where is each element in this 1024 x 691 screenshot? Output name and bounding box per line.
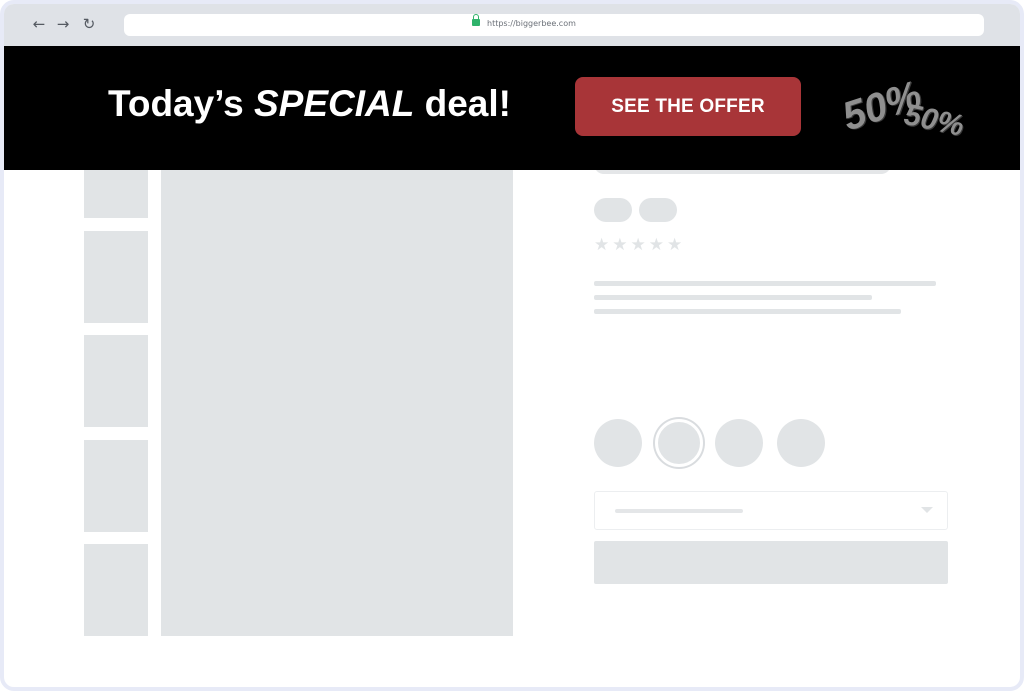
browser-window: ← → ↻ https://biggerbee.com ★★★★★ Today’… — [0, 0, 1024, 691]
option-dropdown[interactable] — [594, 491, 948, 530]
add-to-cart-button-placeholder[interactable] — [594, 541, 948, 584]
banner-headline: Today’s SPECIAL deal! — [108, 83, 511, 125]
color-swatch-selected[interactable] — [655, 419, 703, 467]
product-main-image — [161, 170, 513, 636]
tag-pill — [639, 198, 677, 222]
product-thumbnail[interactable] — [84, 170, 148, 218]
description-line — [594, 281, 936, 286]
color-swatch[interactable] — [777, 419, 825, 467]
promo-banner: Today’s SPECIAL deal! SEE THE OFFER 50% … — [4, 46, 1020, 170]
product-thumbnail[interactable] — [84, 440, 148, 532]
back-arrow-icon[interactable]: ← — [30, 15, 48, 33]
discount-badge-50-secondary: 50% — [901, 98, 967, 143]
product-thumbnail[interactable] — [84, 231, 148, 323]
dropdown-value-placeholder — [615, 509, 743, 513]
see-offer-button[interactable]: SEE THE OFFER — [575, 77, 801, 136]
product-thumbnail[interactable] — [84, 544, 148, 636]
browser-toolbar: ← → ↻ https://biggerbee.com — [4, 4, 1020, 46]
address-bar[interactable]: https://biggerbee.com — [124, 14, 984, 36]
url-text: https://biggerbee.com — [487, 19, 576, 28]
rating-stars-icon: ★★★★★ — [594, 235, 686, 255]
reload-icon[interactable]: ↻ — [80, 15, 98, 33]
chevron-down-icon — [921, 507, 933, 513]
headline-suffix: deal! — [414, 83, 511, 124]
headline-prefix: Today’s — [108, 83, 254, 124]
color-swatch[interactable] — [715, 419, 763, 467]
tag-pill — [594, 198, 632, 222]
description-line — [594, 309, 901, 314]
lock-icon — [472, 14, 480, 26]
forward-arrow-icon[interactable]: → — [54, 15, 72, 33]
color-swatch[interactable] — [594, 419, 642, 467]
product-thumbnail[interactable] — [84, 335, 148, 427]
headline-emphasis: SPECIAL — [253, 83, 415, 124]
description-line — [594, 295, 872, 300]
